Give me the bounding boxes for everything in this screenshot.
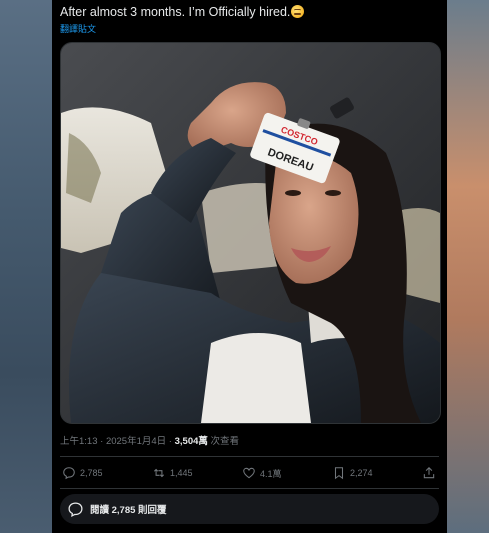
reply-icon bbox=[63, 467, 75, 480]
reply-count: 2,785 bbox=[80, 468, 103, 478]
sweat-smile-emoji-icon bbox=[291, 5, 305, 18]
heart-icon bbox=[243, 467, 255, 479]
like-count: 4.1萬 bbox=[260, 468, 282, 479]
retweet-button[interactable]: 1,445 bbox=[152, 462, 193, 484]
bookmark-icon bbox=[334, 467, 344, 480]
bookmark-button[interactable]: 2,274 bbox=[332, 462, 373, 484]
read-replies-button[interactable]: 閱讀 2,785 則回覆 bbox=[60, 494, 439, 524]
retweet-count: 1,445 bbox=[170, 468, 193, 478]
bookmark-count: 2,274 bbox=[350, 468, 373, 478]
read-replies-label: 閱讀 2,785 則回覆 bbox=[90, 505, 167, 516]
tweet-body: After almost 3 months. I’m Officially hi… bbox=[60, 5, 291, 19]
selfie-photo: COSTCO DOREAU bbox=[61, 43, 440, 423]
view-count: 3,504萬 bbox=[174, 436, 208, 447]
reply-bubble-icon bbox=[68, 501, 83, 517]
tweet-time[interactable]: 上午1:13 bbox=[60, 436, 98, 447]
meta-separator: · bbox=[166, 436, 175, 447]
tweet-text: After almost 3 months. I’m Officially hi… bbox=[60, 4, 440, 21]
tweet-panel: After almost 3 months. I’m Officially hi… bbox=[52, 0, 447, 533]
view-label: 次查看 bbox=[207, 436, 240, 447]
share-button[interactable] bbox=[422, 462, 440, 484]
reply-button[interactable]: 2,785 bbox=[62, 462, 103, 484]
action-bar: 2,785 1,445 4.1萬 2,274 bbox=[60, 462, 439, 484]
share-icon bbox=[423, 467, 435, 479]
translate-post-link[interactable]: 翻譯貼文 bbox=[60, 22, 96, 35]
background-right bbox=[447, 0, 489, 533]
like-button[interactable]: 4.1萬 bbox=[242, 462, 282, 484]
meta-separator: · bbox=[97, 436, 106, 447]
tweet-meta: 上午1:13 · 2025年1月4日 · 3,504萬 次查看 bbox=[60, 433, 239, 447]
retweet-icon bbox=[153, 468, 165, 478]
background-left bbox=[0, 0, 52, 533]
tweet-date[interactable]: 2025年1月4日 bbox=[106, 436, 166, 447]
divider-top bbox=[60, 456, 439, 457]
divider-bottom bbox=[60, 488, 439, 489]
tweet-photo[interactable]: COSTCO DOREAU bbox=[60, 42, 441, 424]
